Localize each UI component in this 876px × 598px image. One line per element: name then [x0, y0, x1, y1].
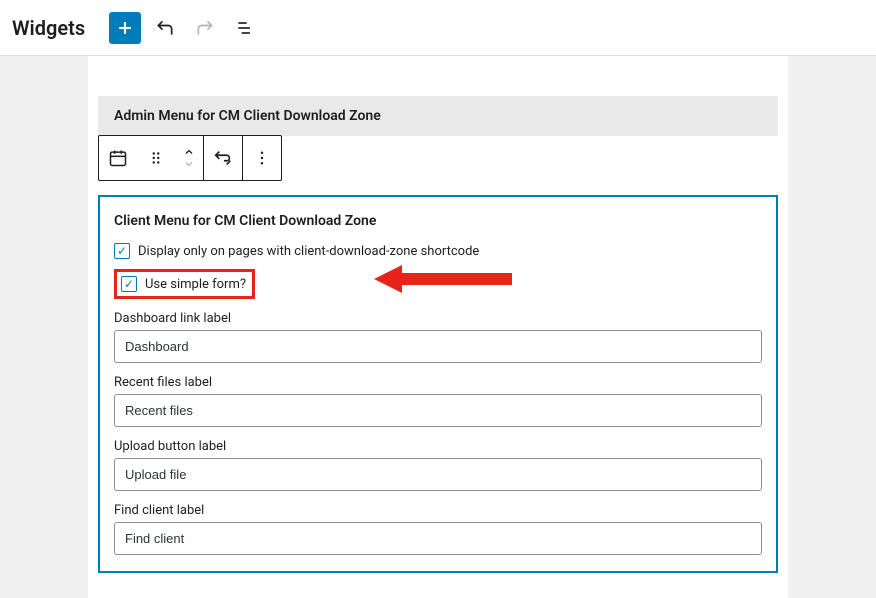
dashboard-input[interactable]: [114, 330, 762, 363]
block-transform-button[interactable]: [204, 136, 242, 180]
block-toolbar: [98, 135, 282, 181]
add-block-button[interactable]: [109, 12, 141, 44]
block-options-button[interactable]: [243, 136, 281, 180]
list-view-icon: [235, 18, 255, 38]
page-title: Widgets: [12, 16, 85, 40]
chevron-up-icon: [182, 146, 196, 158]
redo-icon: [195, 18, 215, 38]
editor-stage: Admin Menu for CM Client Download Zone: [0, 56, 876, 598]
upload-label: Upload button label: [114, 439, 762, 454]
recent-label: Recent files label: [114, 375, 762, 390]
more-vertical-icon: [253, 149, 271, 167]
find-label: Find client label: [114, 503, 762, 518]
checkbox-simple-form-label: Use simple form?: [145, 277, 246, 292]
checkbox-shortcode[interactable]: ✓: [114, 243, 130, 259]
dashboard-label: Dashboard link label: [114, 311, 762, 326]
block-type-button[interactable]: [99, 136, 137, 180]
upload-input[interactable]: [114, 458, 762, 491]
admin-widget-title[interactable]: Admin Menu for CM Client Download Zone: [98, 96, 778, 136]
list-view-button[interactable]: [229, 12, 261, 44]
editor-canvas: Admin Menu for CM Client Download Zone: [88, 56, 788, 598]
callout-arrow: [374, 263, 514, 299]
drag-icon: [147, 149, 165, 167]
plus-icon: [115, 18, 135, 38]
calendar-icon: [108, 148, 128, 168]
undo-button[interactable]: [149, 12, 181, 44]
swap-icon: [212, 147, 234, 169]
client-widget-block: Client Menu for CM Client Download Zone …: [98, 195, 778, 573]
client-widget-title: Client Menu for CM Client Download Zone: [114, 213, 762, 229]
redo-button[interactable]: [189, 12, 221, 44]
checkbox-simple-form[interactable]: ✓: [121, 276, 137, 292]
recent-input[interactable]: [114, 394, 762, 427]
editor-topbar: Widgets: [0, 0, 876, 56]
checkbox-shortcode-label: Display only on pages with client-downlo…: [138, 244, 479, 259]
arrow-left-icon: [374, 263, 514, 295]
block-drag-handle[interactable]: [137, 136, 175, 180]
block-mover[interactable]: [175, 136, 203, 180]
undo-icon: [155, 18, 175, 38]
find-input[interactable]: [114, 522, 762, 555]
checkbox-shortcode-row[interactable]: ✓ Display only on pages with client-down…: [114, 243, 762, 259]
admin-widget-block: Admin Menu for CM Client Download Zone: [98, 96, 778, 181]
highlight-simple-form: ✓ Use simple form?: [114, 269, 255, 299]
chevron-down-icon: [182, 158, 196, 170]
